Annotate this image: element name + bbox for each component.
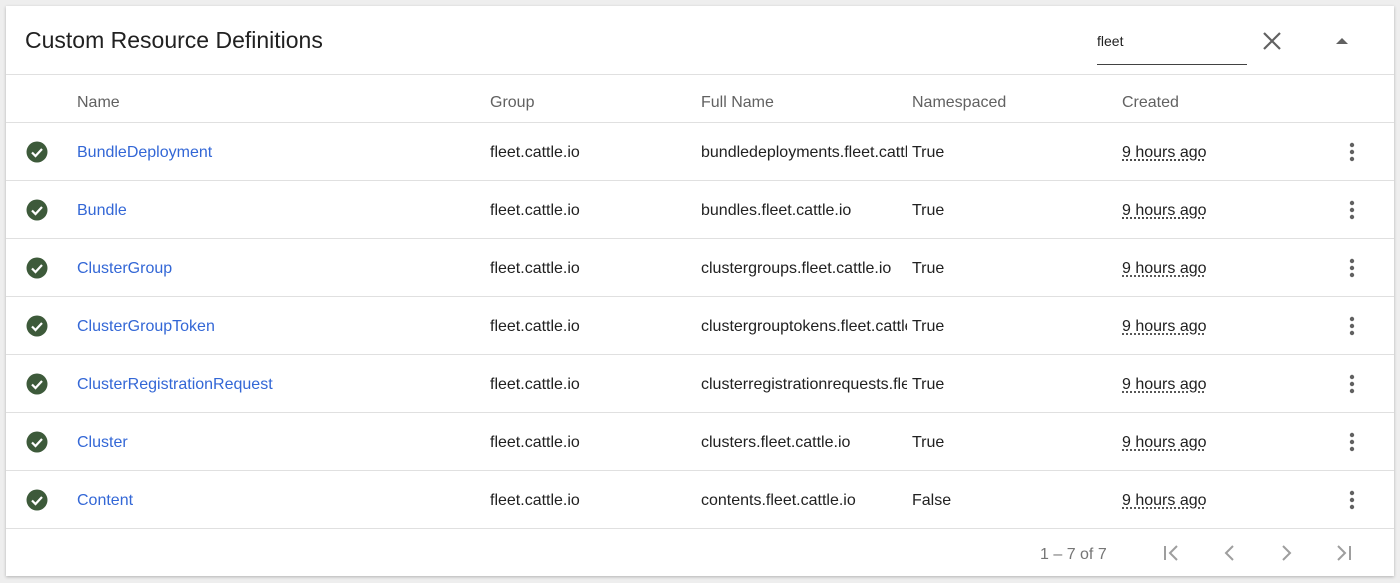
created-cell[interactable]: 9 hours ago xyxy=(1122,144,1207,162)
crd-name-link[interactable]: Cluster xyxy=(77,434,128,452)
created-cell[interactable]: 9 hours ago xyxy=(1122,492,1207,510)
table-row: Content fleet.cattle.io contents.fleet.cat… xyxy=(6,471,1394,529)
created-cell[interactable]: 9 hours ago xyxy=(1122,318,1207,336)
namespaced-cell: True xyxy=(912,202,945,219)
row-actions-button[interactable] xyxy=(1340,429,1364,455)
group-cell: fleet.cattle.io xyxy=(490,492,580,509)
table-row: Bundle fleet.cattle.io bundles.fleet.cattl… xyxy=(6,181,1394,239)
row-actions-button[interactable] xyxy=(1340,371,1364,397)
group-cell: fleet.cattle.io xyxy=(490,434,580,451)
crd-name-link[interactable]: Bundle xyxy=(77,202,127,220)
check-circle-icon xyxy=(26,431,48,453)
check-circle-icon xyxy=(26,141,48,163)
check-circle-icon xyxy=(26,315,48,337)
namespaced-cell: True xyxy=(912,144,945,161)
row-actions-button[interactable] xyxy=(1340,139,1364,165)
crd-name-link[interactable]: ClusterRegistrationRequest xyxy=(77,376,273,394)
next-page-button[interactable] xyxy=(1274,541,1298,565)
more-vert-icon xyxy=(1349,490,1355,510)
check-circle-icon xyxy=(26,373,48,395)
previous-page-icon xyxy=(1224,545,1234,561)
more-vert-icon xyxy=(1349,316,1355,336)
full-name-cell: contents.fleet.cattle.io xyxy=(701,492,856,509)
namespaced-cell: True xyxy=(912,318,945,335)
column-header-name[interactable]: Name xyxy=(77,94,120,112)
group-cell: fleet.cattle.io xyxy=(490,318,580,335)
namespaced-cell: True xyxy=(912,434,945,451)
namespaced-cell: True xyxy=(912,260,945,277)
group-cell: fleet.cattle.io xyxy=(490,260,580,277)
crd-name-link[interactable]: BundleDeployment xyxy=(77,144,212,162)
created-cell[interactable]: 9 hours ago xyxy=(1122,434,1207,452)
crd-name-link[interactable]: ClusterGroup xyxy=(77,260,172,278)
created-cell[interactable]: 9 hours ago xyxy=(1122,376,1207,394)
last-page-icon xyxy=(1337,545,1351,561)
namespaced-cell: True xyxy=(912,376,945,393)
more-vert-icon xyxy=(1349,200,1355,220)
full-name-cell: bundledeployments.fleet.cattle.io xyxy=(701,144,907,161)
table-row: ClusterRegistrationRequest fleet.cattle.i… xyxy=(6,355,1394,413)
search-field[interactable] xyxy=(1097,28,1247,65)
row-actions-button[interactable] xyxy=(1340,313,1364,339)
first-page-icon xyxy=(1164,545,1178,561)
check-circle-icon xyxy=(26,489,48,511)
row-actions-button[interactable] xyxy=(1340,487,1364,513)
created-cell[interactable]: 9 hours ago xyxy=(1122,260,1207,278)
more-vert-icon xyxy=(1349,142,1355,162)
row-actions-button[interactable] xyxy=(1340,197,1364,223)
column-header-created[interactable]: Created xyxy=(1122,94,1179,112)
card-header: Custom Resource Definitions xyxy=(6,6,1394,75)
caret-up-icon xyxy=(1336,38,1348,44)
check-circle-icon xyxy=(26,257,48,279)
more-vert-icon xyxy=(1349,374,1355,394)
page-title: Custom Resource Definitions xyxy=(25,27,323,53)
group-cell: fleet.cattle.io xyxy=(490,376,580,393)
page-range: 1 – 7 of 7 xyxy=(1040,546,1107,563)
table-header: Name Group Full Name Namespaced Created xyxy=(6,75,1394,123)
full-name-cell: clustergrouptokens.fleet.cattle.io xyxy=(701,318,907,335)
table-row: BundleDeployment fleet.cattle.io bundledep… xyxy=(6,123,1394,181)
search-input[interactable] xyxy=(1097,28,1247,54)
table-body: BundleDeployment fleet.cattle.io bundledep… xyxy=(6,123,1394,529)
check-circle-icon xyxy=(26,199,48,221)
more-vert-icon xyxy=(1349,432,1355,452)
column-header-group[interactable]: Group xyxy=(490,94,534,112)
row-actions-button[interactable] xyxy=(1340,255,1364,281)
collapse-button[interactable] xyxy=(1328,27,1356,55)
table-row: Cluster fleet.cattle.io clusters.fleet.cat… xyxy=(6,413,1394,471)
table-row: ClusterGroup fleet.cattle.io clustergroups… xyxy=(6,239,1394,297)
full-name-cell: clusters.fleet.cattle.io xyxy=(701,434,851,451)
table-row: ClusterGroupToken fleet.cattle.io clusterg… xyxy=(6,297,1394,355)
group-cell: fleet.cattle.io xyxy=(490,202,580,219)
next-page-icon xyxy=(1282,545,1292,561)
close-icon xyxy=(1263,32,1281,50)
crd-card: Custom Resource Definitions Name Group F… xyxy=(6,6,1394,576)
created-cell[interactable]: 9 hours ago xyxy=(1122,202,1207,220)
clear-search-button[interactable] xyxy=(1258,27,1286,55)
column-header-namespaced[interactable]: Namespaced xyxy=(912,94,1006,112)
namespaced-cell: False xyxy=(912,492,952,509)
last-page-button[interactable] xyxy=(1331,541,1355,565)
column-header-full-name[interactable]: Full Name xyxy=(701,94,774,112)
full-name-cell: clustergroups.fleet.cattle.io xyxy=(701,260,892,277)
crd-name-link[interactable]: Content xyxy=(77,492,133,510)
more-vert-icon xyxy=(1349,258,1355,278)
first-page-button[interactable] xyxy=(1160,541,1184,565)
previous-page-button[interactable] xyxy=(1218,541,1242,565)
group-cell: fleet.cattle.io xyxy=(490,144,580,161)
crd-name-link[interactable]: ClusterGroupToken xyxy=(77,318,215,336)
full-name-cell: bundles.fleet.cattle.io xyxy=(701,202,852,219)
full-name-cell: clusterregistrationrequests.fleet.cattle… xyxy=(701,376,907,393)
pagination: 1 – 7 of 7 xyxy=(6,529,1394,576)
